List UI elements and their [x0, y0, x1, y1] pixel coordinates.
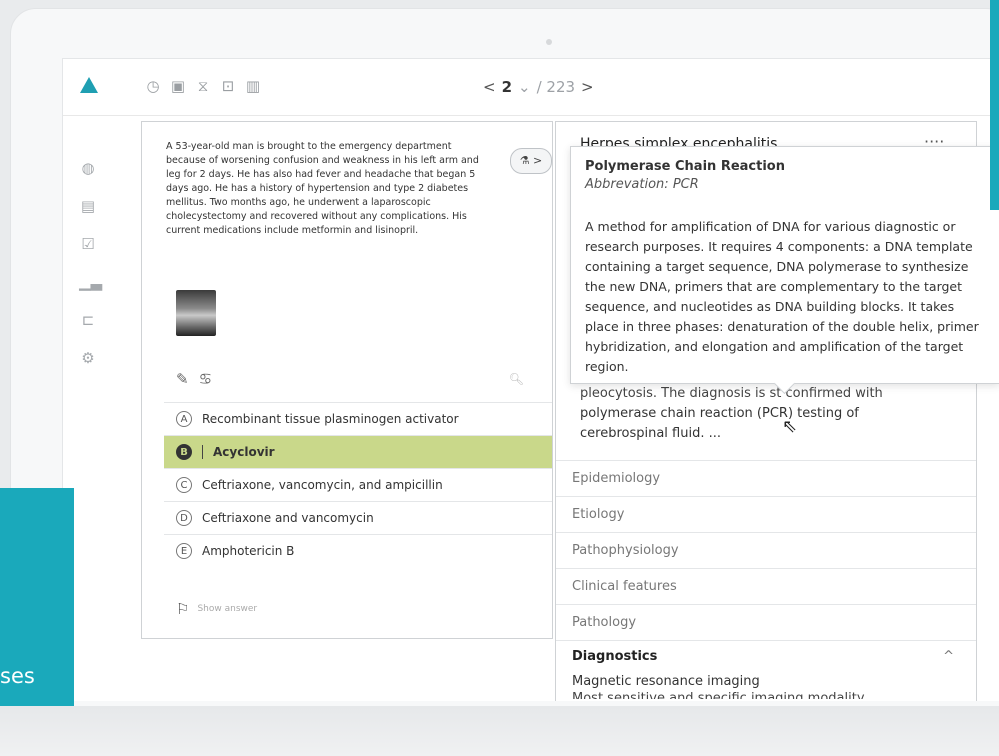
answer-option-a[interactable]: A Recombinant tissue plasminogen activat… [164, 402, 552, 435]
show-answer-label: Show answer [197, 604, 258, 614]
article-snippet: pleocytosis. The diagnosis is st confirm… [580, 384, 920, 444]
teal-accent-strip [990, 0, 999, 210]
question-pager: < 2 ⌄ / 223 > [483, 78, 594, 96]
clock-icon[interactable]: ◷ [145, 77, 161, 95]
bar-chart-icon[interactable]: ▥ [245, 77, 261, 95]
tooltip-abbreviation: Abbrevation: PCR [585, 177, 699, 192]
stats-icon[interactable]: ▁▃ [79, 273, 102, 291]
answer-option-e[interactable]: E Amphotericin B [164, 534, 552, 567]
mouse-pointer-icon: ⇖ [782, 416, 798, 437]
answer-letter: B [176, 444, 192, 460]
flag-icon: ⚐ [176, 600, 190, 618]
snippet-cut-line: pleocytosis. The diagnosis is st confirm… [580, 386, 883, 401]
tooltip-body: A method for amplification of DNA for va… [585, 219, 979, 374]
answer-list: A Recombinant tissue plasminogen activat… [164, 402, 552, 567]
question-panel: A 53-year-old man is brought to the emer… [141, 121, 553, 639]
diagnostics-cut-line: Most sensitive and specific imaging moda… [572, 691, 865, 699]
answer-letter: A [176, 411, 192, 427]
section-etiology[interactable]: Etiology [556, 496, 976, 532]
question-stem: A 53-year-old man is brought to the emer… [166, 141, 479, 236]
article-sections: Epidemiology Etiology Pathophysiology Cl… [556, 460, 976, 699]
section-clinical-features[interactable]: Clinical features [556, 568, 976, 604]
answer-option-c[interactable]: C Ceftriaxone, vancomycin, and ampicilli… [164, 468, 552, 501]
expand-icon[interactable]: ⊡ [220, 77, 236, 95]
teal-overlay-text: ses [0, 664, 35, 688]
document-icon[interactable]: ▤ [79, 197, 97, 215]
tooltip-title: Polymerase Chain Reaction [585, 159, 785, 174]
globe-icon[interactable]: ◍ [79, 159, 97, 177]
answer-letter: E [176, 543, 192, 559]
answer-option-d[interactable]: D Ceftriaxone and vancomycin [164, 501, 552, 534]
show-answer-button[interactable]: ⚐ Show answer [176, 600, 257, 618]
clipboard-icon[interactable]: ☑ [79, 235, 97, 253]
diagnostics-item: Magnetic resonance imaging [572, 674, 760, 689]
hourglass-icon[interactable]: ⧖ [195, 77, 211, 95]
device-base [0, 706, 999, 756]
search-icon[interactable]: 🔍︎ [509, 372, 524, 386]
diagnostics-heading: Diagnostics [572, 649, 658, 664]
mri-thumbnail[interactable] [176, 290, 216, 336]
question-total: / 223 [536, 78, 576, 96]
highlighter-icon[interactable]: ✎ [176, 370, 189, 388]
section-pathology[interactable]: Pathology [556, 604, 976, 640]
biology-icon[interactable]: ♋ [199, 370, 212, 388]
left-sidebar: ◍ ▤ ☑ ▁▃ ⊏ ⚙ [79, 159, 102, 367]
cart-icon[interactable]: ⊏ [79, 311, 97, 329]
settings-icon[interactable]: ⚙ [79, 349, 97, 367]
top-toolbar: ◷ ▣ ⧖ ⊡ ▥ < 2 ⌄ / 223 > [63, 59, 999, 116]
answer-option-b[interactable]: B Acyclovir [164, 435, 552, 468]
lab-values-button[interactable]: ⚗ > [510, 148, 552, 174]
prev-question-button[interactable]: < [483, 78, 496, 96]
answer-letter: C [176, 477, 192, 493]
answer-text: Ceftriaxone, vancomycin, and ampicillin [202, 478, 443, 492]
section-epidemiology[interactable]: Epidemiology [556, 460, 976, 496]
chevron-up-icon[interactable]: ^ [943, 649, 954, 664]
answer-text: Recombinant tissue plasminogen activator [202, 412, 459, 426]
current-question-number: 2 [501, 78, 513, 96]
camera-dot [546, 39, 552, 45]
next-question-button[interactable]: > [581, 78, 594, 96]
inbox-icon[interactable]: ▣ [170, 77, 186, 95]
divider [202, 445, 203, 459]
answer-letter: D [176, 510, 192, 526]
definition-tooltip: Polymerase Chain Reaction Abbrevation: P… [570, 146, 999, 395]
question-dropdown-chevron-icon[interactable]: ⌄ [518, 78, 531, 96]
answer-text: Ceftriaxone and vancomycin [202, 511, 374, 525]
answer-text: Acyclovir [213, 445, 275, 459]
section-pathophysiology[interactable]: Pathophysiology [556, 532, 976, 568]
answer-text: Amphotericin B [202, 544, 295, 558]
app-logo[interactable] [80, 77, 98, 93]
section-diagnostics[interactable]: Diagnostics ^ Magnetic resonance imaging… [556, 640, 976, 699]
snippet-text: polymerase chain reaction (PCR) testing … [580, 406, 859, 441]
